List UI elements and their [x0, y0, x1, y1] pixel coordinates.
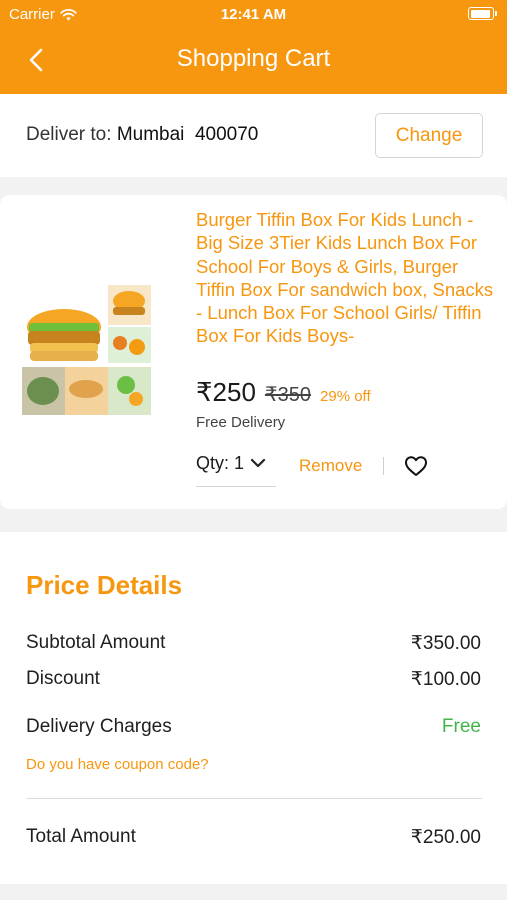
- discount-label: Discount: [26, 668, 100, 689]
- cart-item-card: Burger Tiffin Box For Kids Lunch -Big Si…: [0, 195, 507, 509]
- free-delivery-note: Free Delivery: [196, 414, 286, 431]
- action-divider: [383, 457, 384, 475]
- coupon-code-link[interactable]: Do you have coupon code?: [26, 756, 209, 773]
- deliver-location: Mumbai 400070: [116, 124, 259, 145]
- page-title: Shopping Cart: [176, 45, 331, 72]
- product-image[interactable]: [22, 285, 151, 415]
- price-row: ₹250 ₹350 29% off: [196, 377, 371, 408]
- total-divider: [26, 798, 482, 799]
- total-label: Total Amount: [26, 826, 136, 847]
- subtotal-label: Subtotal Amount: [26, 632, 166, 653]
- quantity-label: Qty: 1: [196, 453, 245, 473]
- change-address-button[interactable]: Change: [375, 113, 483, 158]
- product-title[interactable]: Burger Tiffin Box For Kids Lunch -Big Si…: [196, 208, 496, 348]
- deliver-label: Deliver to:: [26, 124, 112, 145]
- price-details-section: Price Details Subtotal Amount ₹350.00 Di…: [0, 532, 507, 884]
- battery-icon: [468, 7, 497, 20]
- total-value: ₹250.00: [410, 827, 481, 848]
- delivery-charges-label: Delivery Charges: [26, 716, 172, 737]
- deliver-to-text: Deliver to: Mumbai 400070: [26, 124, 258, 146]
- delivery-address-bar: Deliver to: Mumbai 400070 Change: [0, 94, 507, 177]
- quantity-selector[interactable]: Qty: 1: [196, 453, 276, 487]
- remove-item-button[interactable]: Remove: [299, 456, 362, 476]
- product-mrp: ₹350: [264, 384, 312, 406]
- status-time: 12:41 AM: [220, 6, 287, 23]
- product-price: ₹250: [196, 377, 256, 407]
- chevron-down-icon: [250, 458, 266, 468]
- discount-value: ₹100.00: [410, 669, 481, 690]
- discount-badge: 29% off: [320, 388, 371, 405]
- subtotal-value: ₹350.00: [410, 633, 481, 654]
- price-details-heading: Price Details: [26, 570, 183, 600]
- heart-icon[interactable]: [404, 455, 428, 477]
- delivery-charges-value: Free: [441, 716, 481, 737]
- app-header: Carrier 12:41 AM Shopping Cart: [0, 0, 507, 94]
- status-bar: Carrier 12:41 AM: [0, 0, 507, 28]
